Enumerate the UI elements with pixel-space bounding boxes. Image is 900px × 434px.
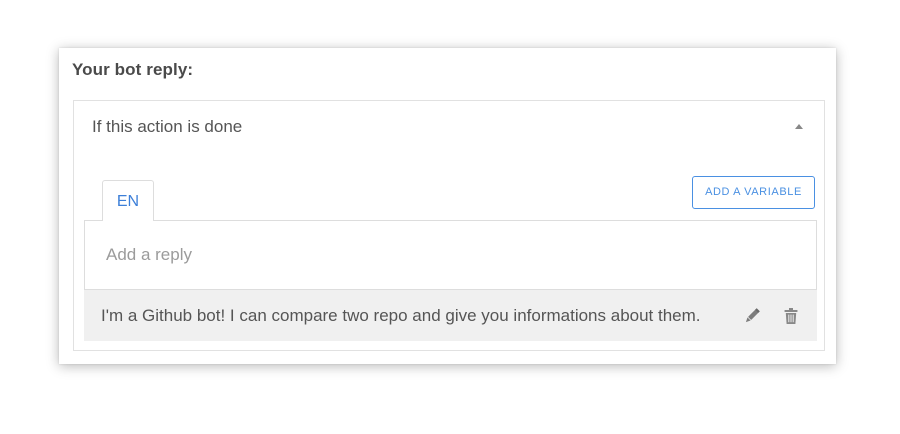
pencil-icon[interactable] (742, 306, 762, 326)
reply-text: I'm a Github bot! I can compare two repo… (101, 306, 701, 325)
reply-list-item: I'm a Github bot! I can compare two repo… (84, 290, 817, 341)
reply-input[interactable] (85, 221, 816, 289)
caret-up-icon[interactable] (795, 124, 803, 129)
bot-reply-card: Your bot reply: If this action is done E… (59, 48, 836, 364)
card-title: Your bot reply: (72, 60, 194, 79)
reply-input-container (84, 220, 817, 290)
trash-icon[interactable] (781, 306, 801, 326)
add-variable-button[interactable]: ADD A VARIABLE (692, 176, 815, 209)
panel-header[interactable]: If this action is done (92, 117, 242, 137)
action-panel: If this action is done EN ADD A VARIABLE… (73, 100, 825, 351)
tab-en[interactable]: EN (102, 180, 154, 221)
